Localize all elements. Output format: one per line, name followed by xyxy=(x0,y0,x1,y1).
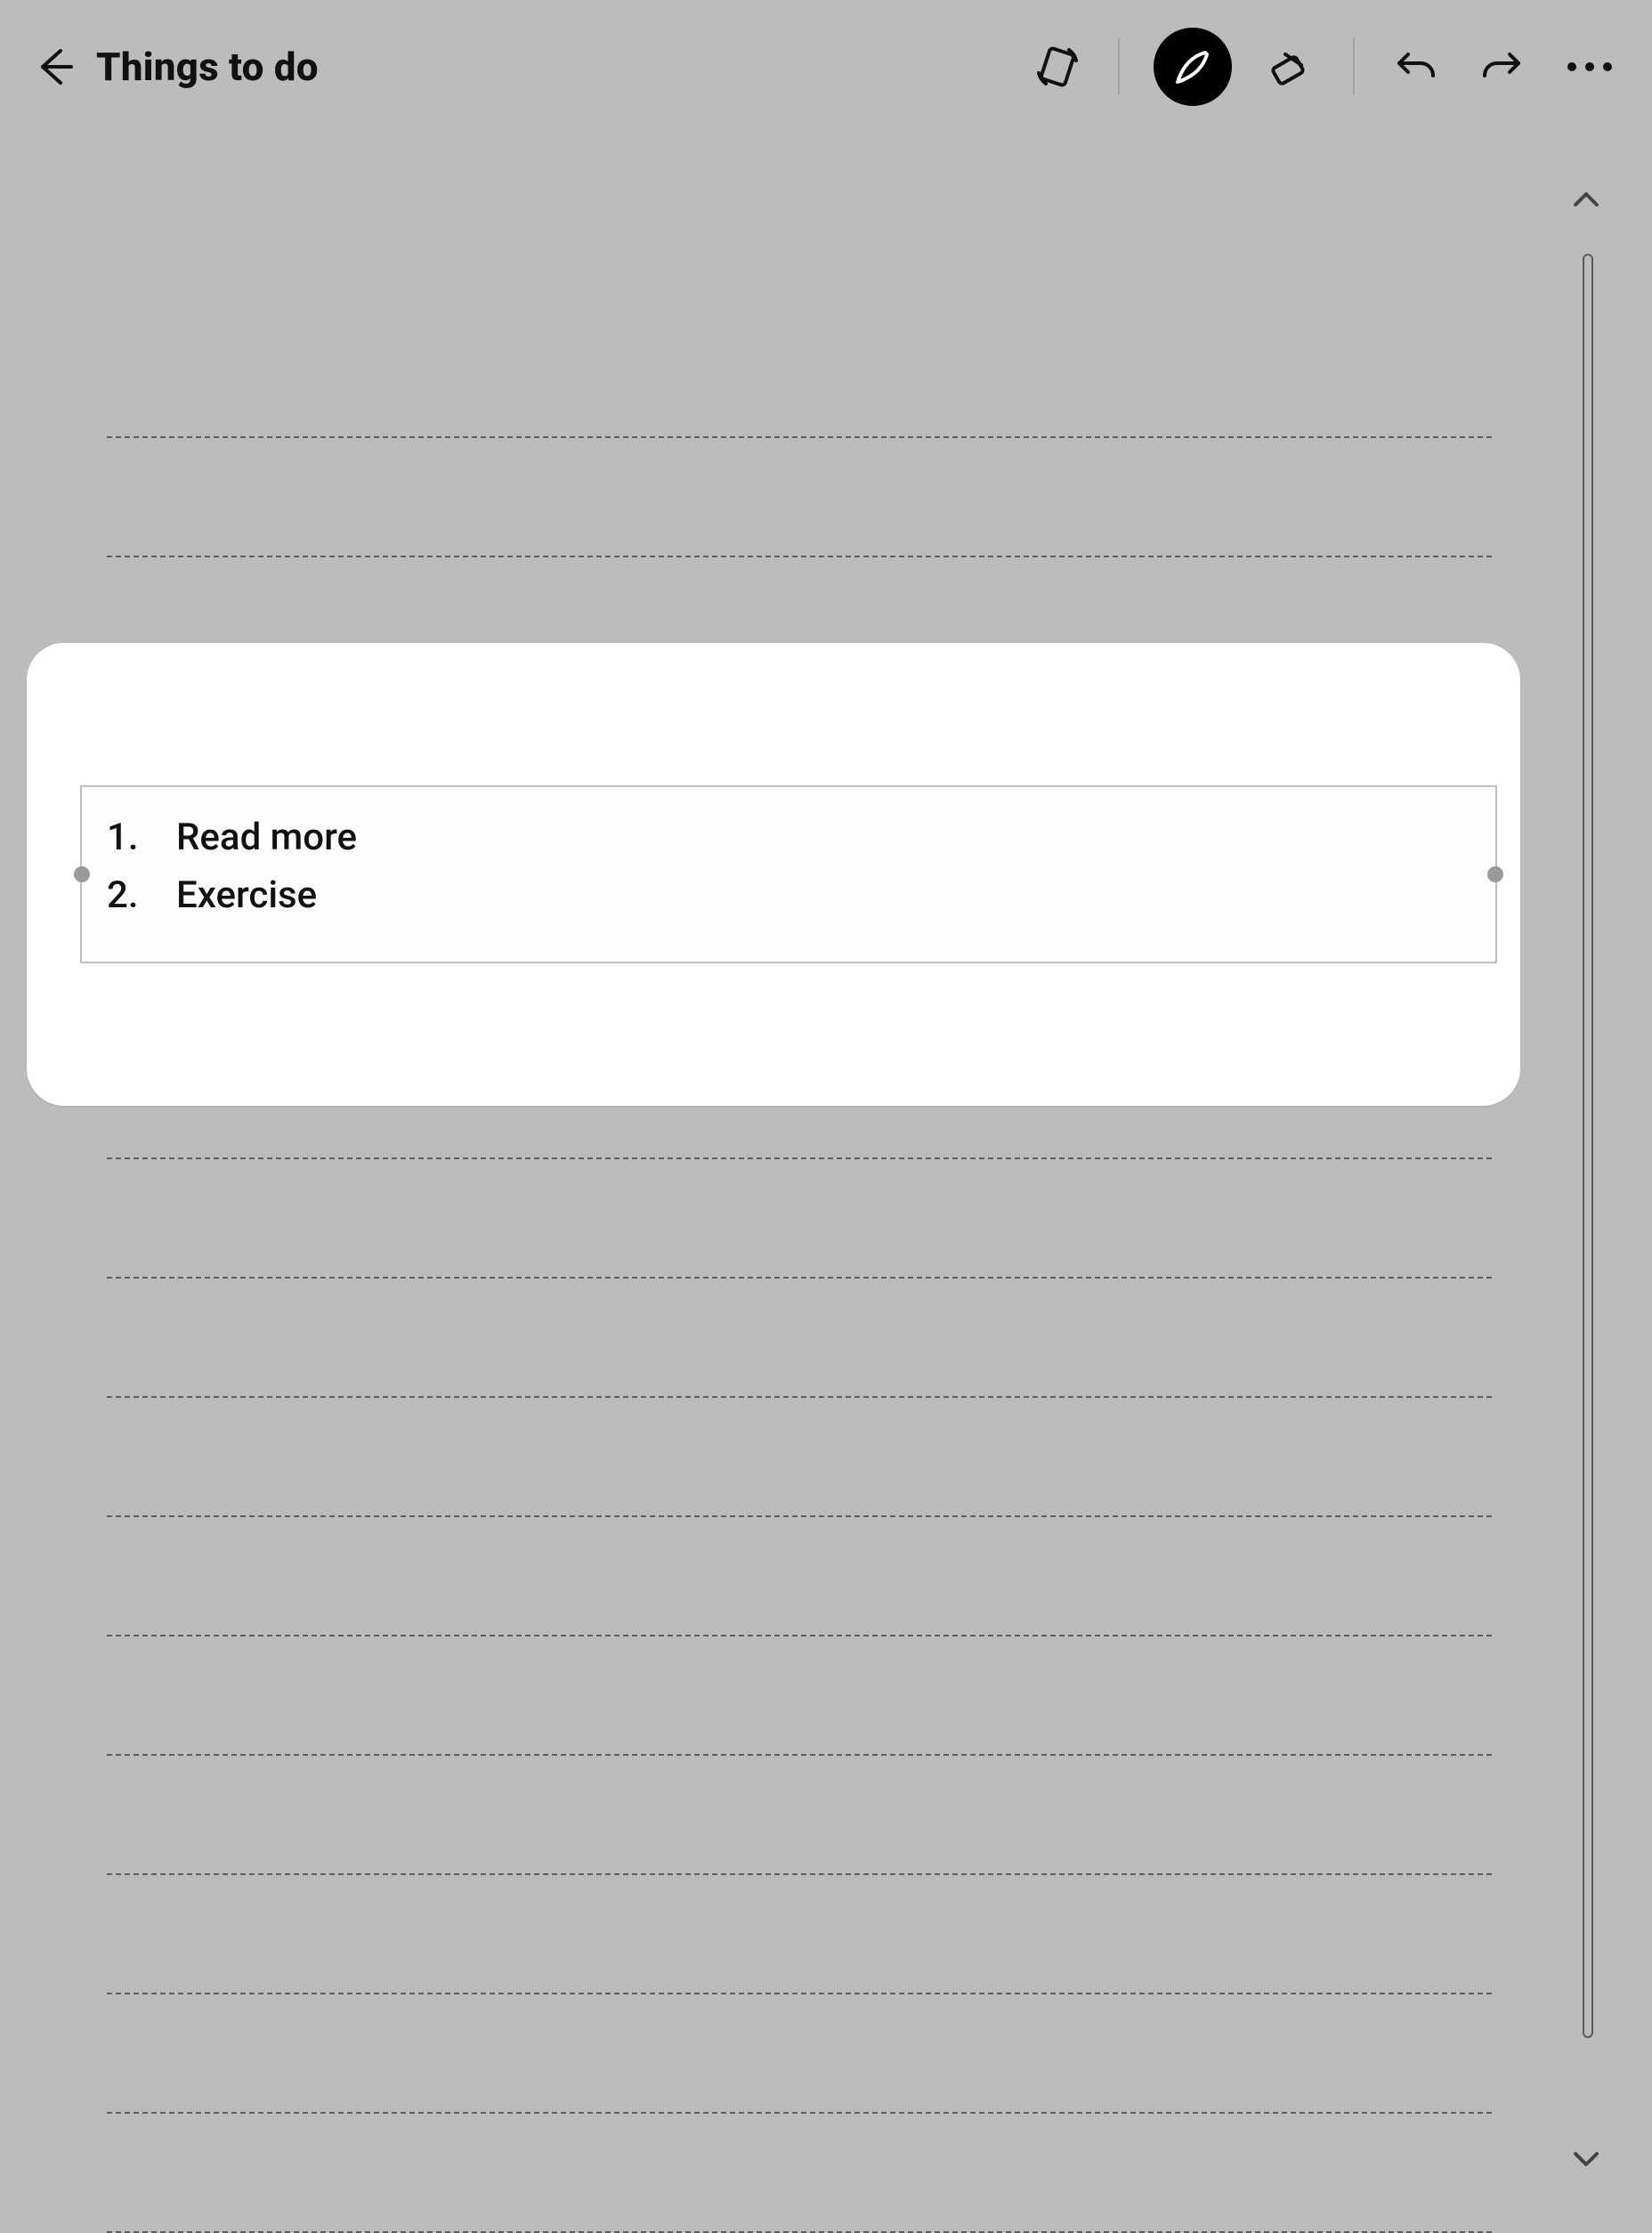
chevron-down-icon xyxy=(1570,2143,1602,2175)
ruled-lines xyxy=(107,312,1492,2175)
list-index: 2. xyxy=(107,866,150,924)
resize-handle-left[interactable] xyxy=(74,866,90,882)
chevron-up-icon xyxy=(1570,183,1602,215)
toolbar-divider xyxy=(1353,38,1355,95)
scroll-down-button[interactable] xyxy=(1570,2143,1602,2175)
text-box[interactable]: 1. Read more 2. Exercise xyxy=(80,785,1497,963)
rotate-button[interactable] xyxy=(1031,40,1084,93)
vertical-scrollbar[interactable] xyxy=(1583,254,1593,2038)
list-text: Exercise xyxy=(176,866,317,924)
eraser-icon xyxy=(1267,42,1317,92)
redo-button[interactable] xyxy=(1476,40,1529,93)
toolbar-divider xyxy=(1118,38,1120,95)
note-canvas[interactable]: 1. Read more 2. Exercise xyxy=(0,134,1652,2193)
tool-group xyxy=(1031,28,1616,106)
eraser-tool-button[interactable] xyxy=(1266,40,1319,93)
list-item[interactable]: 1. Read more xyxy=(107,808,1470,866)
undo-button[interactable] xyxy=(1389,40,1442,93)
list-index: 1. xyxy=(107,808,150,866)
pen-icon xyxy=(1169,43,1217,91)
arrow-left-icon xyxy=(30,44,77,90)
redo-icon xyxy=(1478,42,1527,92)
resize-handle-right[interactable] xyxy=(1487,866,1503,882)
toolbar: Things to do xyxy=(0,0,1652,134)
back-button[interactable] xyxy=(27,40,80,93)
pen-tool-button[interactable] xyxy=(1154,28,1232,106)
page-title: Things to do xyxy=(96,44,319,90)
text-panel[interactable]: 1. Read more 2. Exercise xyxy=(27,643,1520,1106)
list-item[interactable]: 2. Exercise xyxy=(107,866,1470,924)
undo-icon xyxy=(1390,42,1440,92)
ordered-list[interactable]: 1. Read more 2. Exercise xyxy=(82,787,1495,940)
rotate-device-icon xyxy=(1032,42,1082,92)
list-text: Read more xyxy=(176,808,357,866)
more-horizontal-icon xyxy=(1567,62,1612,71)
scroll-up-button[interactable] xyxy=(1570,183,1602,215)
more-button[interactable] xyxy=(1563,40,1616,93)
